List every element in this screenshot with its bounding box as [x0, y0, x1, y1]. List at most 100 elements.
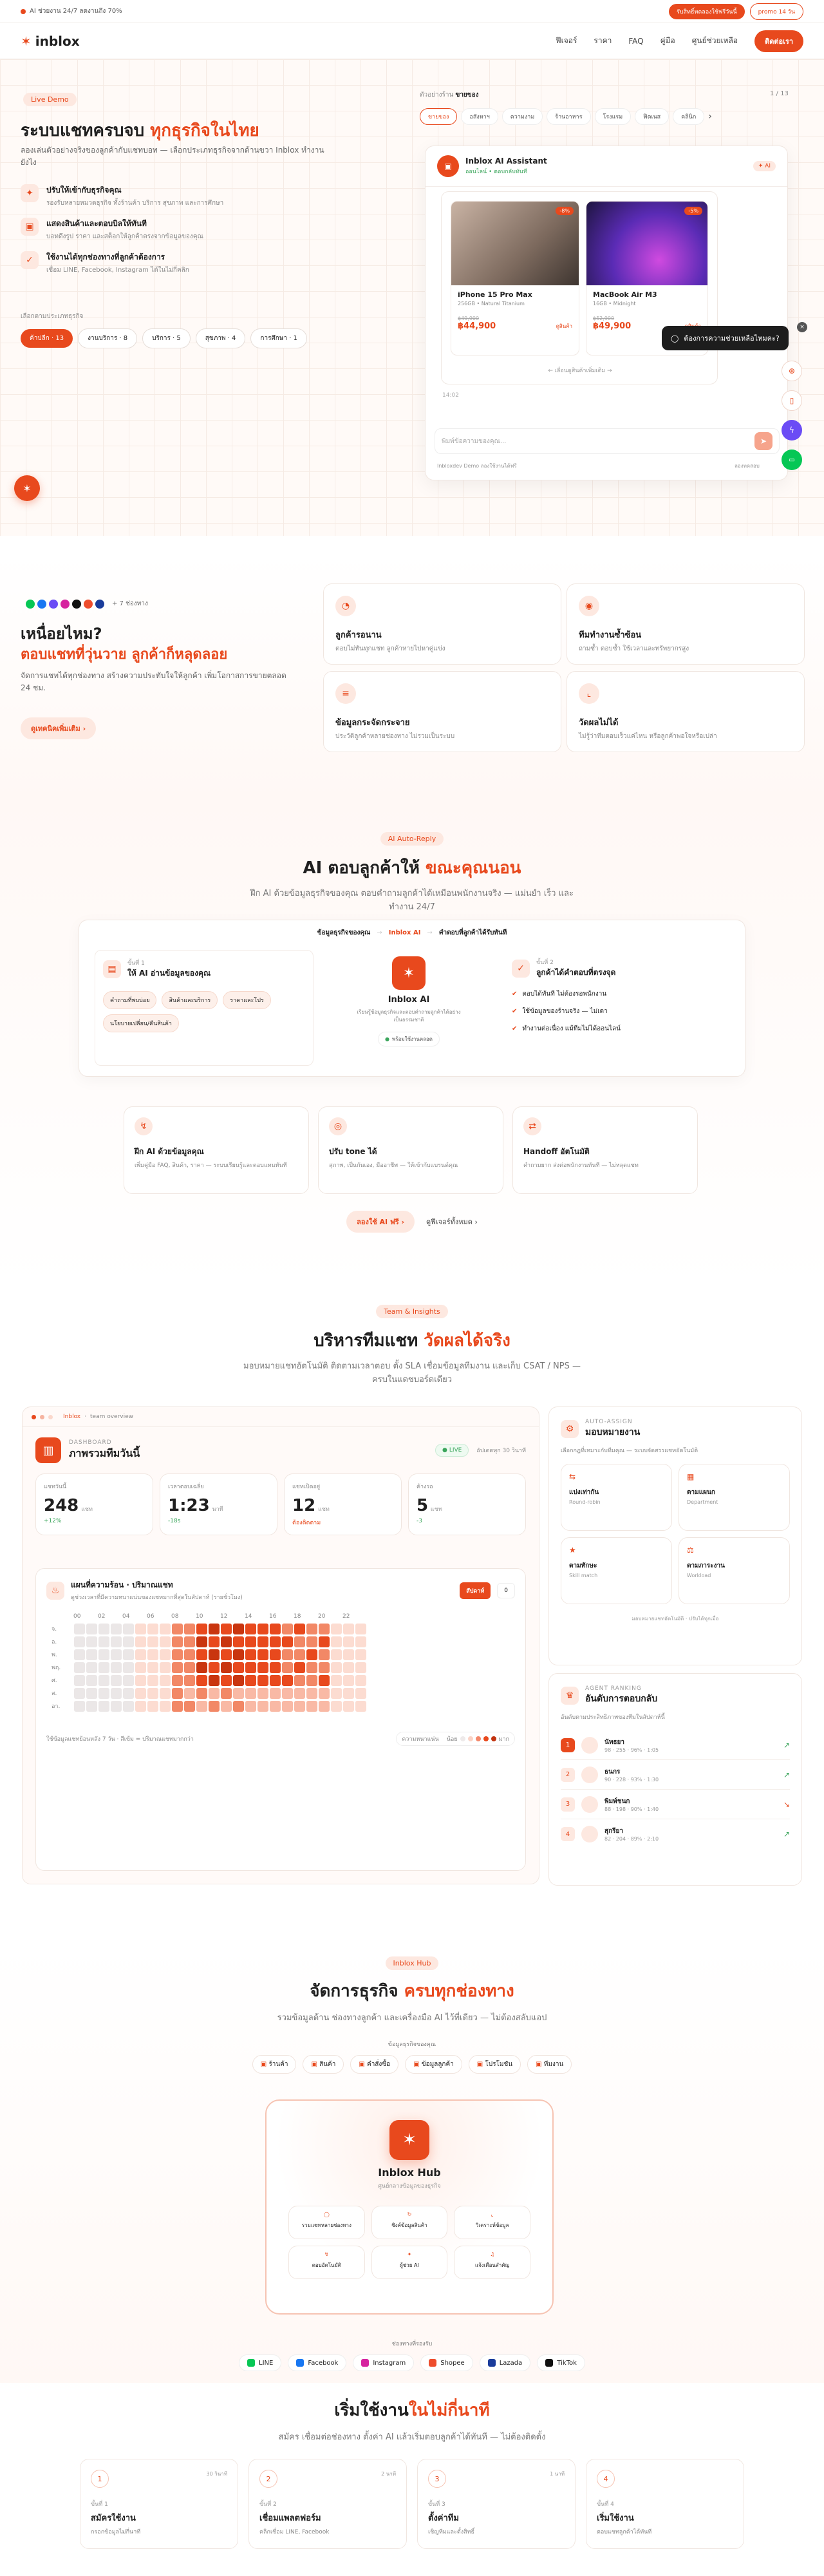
agent-avatar — [581, 1795, 598, 1813]
assign-icon: ⚙ — [561, 1420, 579, 1438]
demo-tab-hotel[interactable]: โรงแรม — [594, 108, 632, 125]
demo-tab-food[interactable]: ร้านอาหาร — [547, 108, 591, 125]
category-retail[interactable]: ค้าปลีก · 13 — [21, 329, 73, 348]
heatmap-cell — [184, 1636, 195, 1647]
start-desc: สมัคร เชื่อมต่อช่องทาง ตั้งค่า AI แล้วเร… — [278, 2432, 546, 2442]
nav-item-features[interactable]: ฟีเจอร์ — [556, 35, 577, 47]
promo-badge[interactable]: promo 14 วัน — [749, 3, 803, 20]
data-item-promotions[interactable]: ▣ โปรโมชัน — [468, 2055, 521, 2074]
department-icon: ▦ — [687, 1472, 695, 1481]
hub-tool[interactable]: ♫ แจ้งเตือนสำคัญ — [454, 2246, 530, 2279]
data-item-team[interactable]: ▣ ทีมงาน — [527, 2055, 572, 2074]
hub-tool[interactable]: ⌞ วิเคราะห์ข้อมูล — [454, 2206, 530, 2239]
hub-tool[interactable]: ◯ รวมแชทหลายช่องทาง — [288, 2206, 365, 2239]
step-card[interactable]: 2 2 นาที ขั้นที่ 2 เชื่อมแพลตฟอร์ม คลิกเ… — [248, 2459, 407, 2549]
day-label: จ. — [52, 1626, 57, 1633]
phone-icon[interactable]: ▯ — [782, 390, 802, 411]
heatmap-cell — [245, 1674, 256, 1686]
hour-label: 08 — [171, 1613, 179, 1620]
demo-tab-shop[interactable]: ขายของ — [420, 108, 458, 125]
contact-button[interactable]: ติดต่อเรา — [754, 30, 803, 52]
category-education[interactable]: การศึกษา · 1 — [250, 328, 307, 348]
step-card[interactable]: 3 1 นาที ขั้นที่ 3 ตั้งค่าทีม เชิญทีมและ… — [417, 2459, 576, 2549]
floating-chat-button[interactable]: ✶ — [14, 475, 40, 501]
heatmap-cell — [74, 1649, 85, 1660]
help-tooltip[interactable]: ◯ ต้องการความช่วยเหลือไหมคะ? — [662, 326, 789, 350]
step-one: ▤ ขั้นที่ 1 ให้ AI อ่านข้อมูลของคุณ คำถามท… — [95, 950, 314, 1066]
heatmap-cell — [343, 1649, 354, 1660]
nav-item-help[interactable]: ศูนย์ช่วยเหลือ — [692, 35, 738, 47]
pain-button[interactable]: ดูเทคนิคเพิ่มเติม › — [21, 717, 97, 739]
heatmap-toggle[interactable]: 0 — [497, 1582, 515, 1598]
team-desc: มอบหมายแชทอัตโนมัติ ติดตามเวลาตอบ ตั้ง S… — [243, 1361, 581, 1385]
live-badge: ● LIVE — [435, 1444, 469, 1457]
agent-row[interactable]: 2 ธนกร 90 · 228 · 93% · 1:30 ↗ — [561, 1760, 790, 1790]
trial-button[interactable]: รับสิทธิ์ทดลองใช้ฟรีวันนี้ — [668, 3, 745, 19]
channel-tiktok[interactable]: TikTok — [537, 2354, 585, 2371]
agent-row[interactable]: 1 นัทธยา 98 · 255 · 96% · 1:05 ↗ — [561, 1730, 790, 1760]
hour-label: 22 — [342, 1613, 350, 1620]
assign-rule[interactable]: ⇆ แบ่งเท่ากัน Round-robin — [561, 1464, 672, 1531]
agent-avatar — [581, 1766, 598, 1783]
heatmap-cell — [331, 1700, 342, 1712]
close-icon[interactable]: × — [797, 322, 807, 332]
heatmap-cell — [74, 1674, 85, 1686]
chevron-right-icon[interactable]: › — [708, 111, 712, 122]
data-item-shop[interactable]: ▣ ร้านค้า — [252, 2055, 297, 2074]
messenger-icon[interactable]: ϟ — [782, 420, 802, 440]
nav-item-faq[interactable]: FAQ — [628, 37, 643, 46]
product-spec: 256GB • Natural Titanium — [458, 301, 525, 307]
main-nav: ✶ inblox ฟีเจอร์ ราคา FAQ คู่มือ ศูนย์ช่… — [0, 23, 824, 59]
data-item-customers[interactable]: ▣ ข้อมูลลูกค้า — [405, 2055, 462, 2074]
demo-tab-clinic[interactable]: คลินิก — [673, 108, 705, 125]
heatmap-cell — [245, 1623, 256, 1634]
heatmap-cell — [196, 1636, 207, 1647]
channel-lazada[interactable]: Lazada — [479, 2354, 531, 2371]
channel-shopee[interactable]: Shopee — [420, 2354, 473, 2371]
nav-item-pricing[interactable]: ราคา — [594, 35, 612, 47]
heatmap-range-button[interactable]: สัปดาห์ — [460, 1582, 491, 1599]
agent-row[interactable]: 4 สุกรียา 82 · 204 · 89% · 2:10 ↗ — [561, 1819, 790, 1849]
demo-tab-fitness[interactable]: ฟิตเนส — [635, 108, 670, 125]
category-service[interactable]: งานบริการ · 8 — [78, 328, 138, 348]
hub-tool[interactable]: ✦ ผู้ช่วย AI — [371, 2246, 448, 2279]
all-features-link[interactable]: ดูฟีเจอร์ทั้งหมด › — [426, 1216, 478, 1227]
hub-tool[interactable]: ↯ ตอบอัตโนมัติ — [288, 2246, 365, 2279]
demo-tab-beauty[interactable]: ความงาม — [501, 108, 543, 125]
step-card[interactable]: 4 ขั้นที่ 4 เริ่มใช้งาน ตอบแชทลูกค้าได้ท… — [586, 2459, 744, 2549]
heatmap-cell — [355, 1636, 366, 1647]
ai-core: ✶ Inblox AI เรียนรู้ข้อมูลธุรกิจและตอบคำ… — [326, 950, 491, 1066]
assign-rule[interactable]: ▦ ตามแผนก Department — [679, 1464, 790, 1531]
data-item-orders[interactable]: ▣ คำสั่งซื้อ — [350, 2055, 399, 2074]
flame-icon: ♨ — [46, 1581, 64, 1600]
category-business[interactable]: บริการ · 5 — [142, 328, 191, 348]
heatmap-cell — [172, 1662, 183, 1673]
heatmap-cell — [111, 1649, 122, 1660]
agent-row[interactable]: 3 พิมพ์ชนก 88 · 198 · 90% · 1:40 ↘ — [561, 1790, 790, 1819]
assign-rule[interactable]: ★ ตามทักษะ Skill match — [561, 1537, 672, 1604]
hero-desc: ลองเล่นตัวอย่างจริงของลูกค้ากับแชทบอท — … — [21, 146, 324, 167]
plus-circle-icon[interactable]: ⊕ — [782, 361, 802, 381]
heatmap-cell — [135, 1649, 146, 1660]
send-button[interactable]: ➤ — [754, 432, 772, 450]
line-icon[interactable]: ▭ — [782, 450, 802, 470]
channel-facebook[interactable]: Facebook — [288, 2354, 347, 2371]
chat-footer-right[interactable]: ลองทดสอบ — [735, 462, 760, 470]
product-link[interactable]: ดูสินค้า — [556, 322, 572, 330]
hub-tool[interactable]: ↻ ซิงค์ข้อมูลสินค้า — [371, 2206, 448, 2239]
heatmap-cell — [306, 1623, 317, 1634]
message-input[interactable]: พิมพ์ข้อความของคุณ... — [442, 437, 506, 446]
channel-instagram[interactable]: Instagram — [353, 2354, 415, 2371]
step-card[interactable]: 1 30 วินาที ขั้นที่ 1 สมัครใช้งาน กรอกข้… — [80, 2459, 238, 2549]
demo-tab-realestate[interactable]: อสังหาฯ — [461, 108, 498, 125]
nav-item-guide[interactable]: คู่มือ — [660, 35, 675, 47]
assign-rule[interactable]: ⚖ ตามภาระงาน Workload — [679, 1537, 790, 1604]
try-ai-button[interactable]: ลองใช้ AI ฟรี › — [346, 1211, 415, 1233]
channel-line[interactable]: LINE — [239, 2354, 282, 2371]
product-card[interactable]: -8% iPhone 15 Pro Max 256GB • Natural Ti… — [451, 201, 579, 355]
data-item-products[interactable]: ▣ สินค้า — [303, 2055, 344, 2074]
heatmap-cell — [172, 1649, 183, 1660]
category-health[interactable]: สุขภาพ · 4 — [195, 328, 246, 348]
logo-text[interactable]: inblox — [35, 33, 80, 49]
hour-label: 20 — [318, 1613, 326, 1620]
